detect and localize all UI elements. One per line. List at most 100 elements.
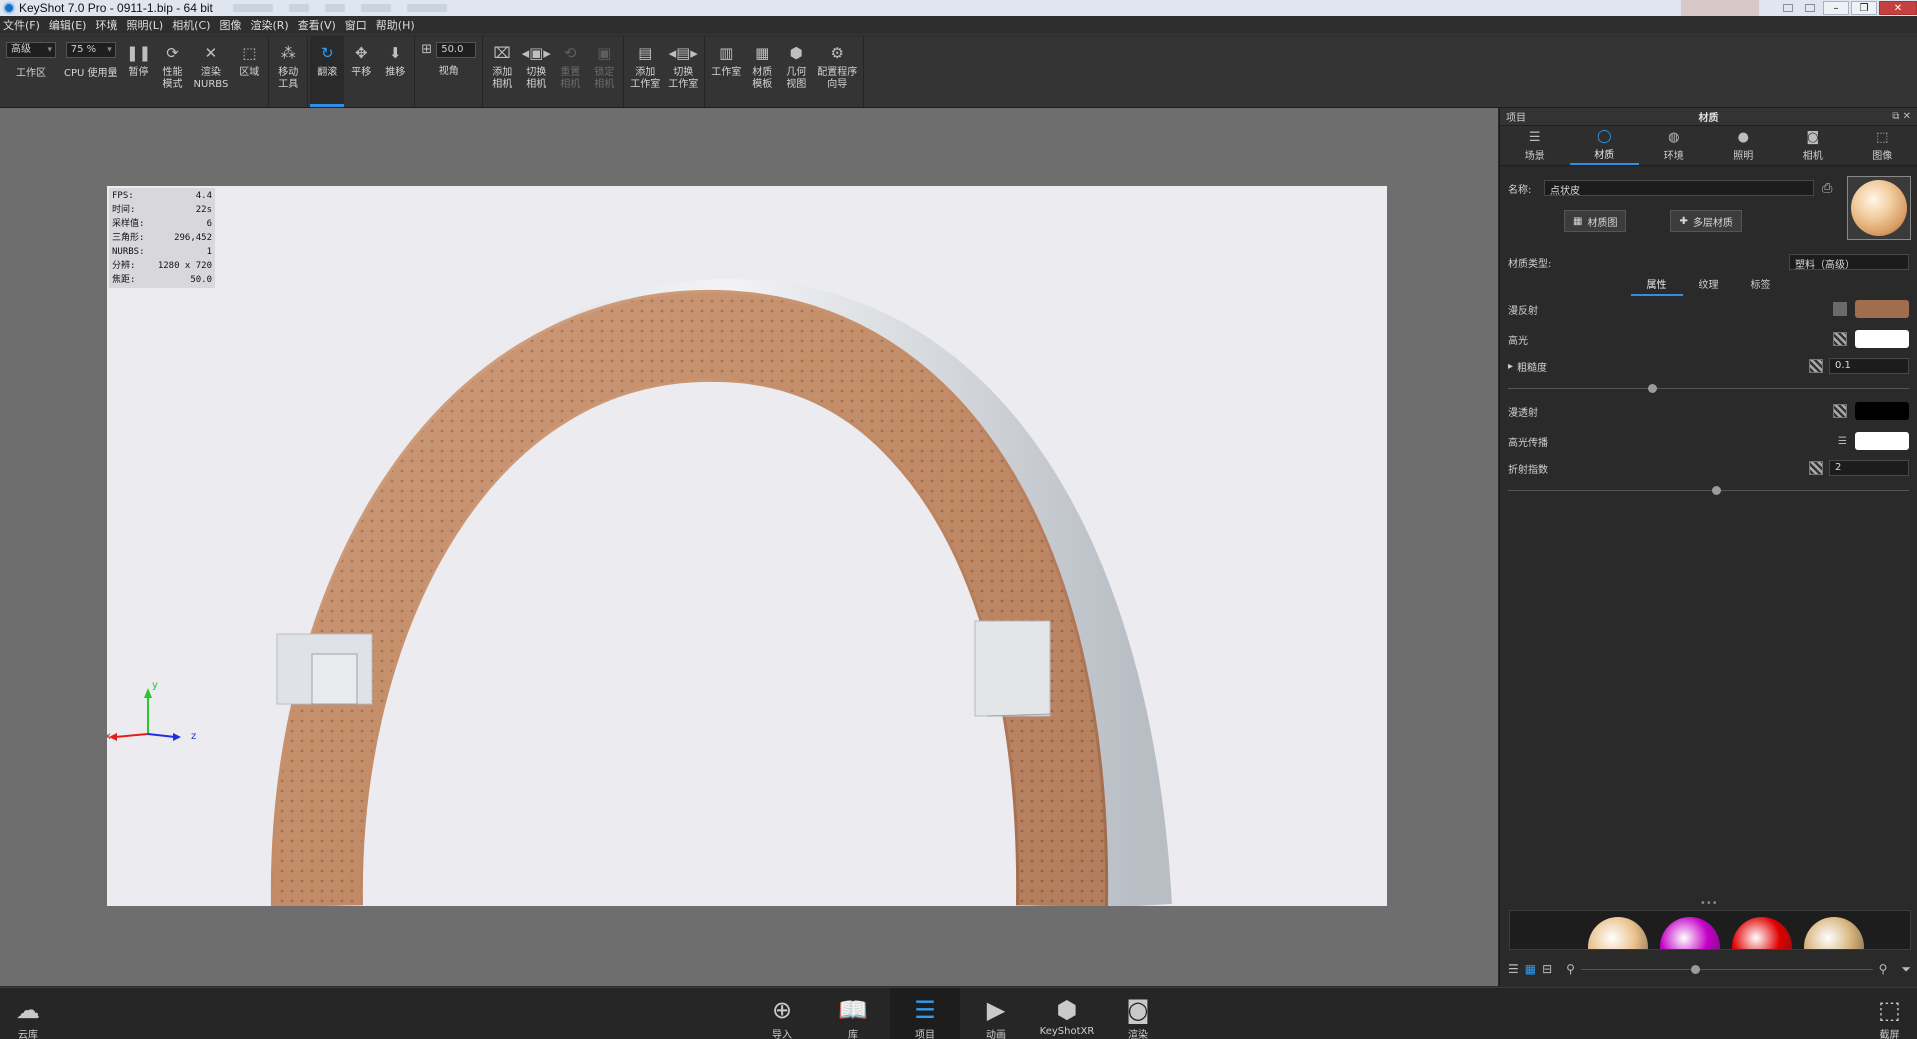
geometry-view-button[interactable]: ⬢ 几何 视图 xyxy=(779,36,813,107)
list-view-icon[interactable]: ☰ xyxy=(1508,962,1519,976)
pin-small-icon xyxy=(1805,4,1815,12)
pan-button[interactable]: ✥ 平移 xyxy=(344,36,378,107)
roughness-input[interactable]: 0.1 xyxy=(1829,358,1909,374)
subtab-properties[interactable]: 属性 xyxy=(1630,276,1683,296)
switch-camera-button[interactable]: ◂▣▸ 切换 相机 xyxy=(519,36,553,107)
zoom-in-icon[interactable]: ⚲ xyxy=(1879,962,1888,976)
specular-texture-toggle[interactable] xyxy=(1833,332,1847,346)
dolly-button[interactable]: ⬇ 推移 xyxy=(378,36,412,107)
render-nurbs-button[interactable]: ✕ 渲染 NURBS xyxy=(190,36,233,107)
roughness-slider[interactable] xyxy=(1508,384,1909,393)
add-camera-button[interactable]: ⌧ 添加 相机 xyxy=(485,36,519,107)
library-material-swatch[interactable] xyxy=(1660,917,1720,949)
tab-scene[interactable]: ☰ 场景 xyxy=(1500,126,1570,165)
cloud-library-button[interactable]: ☁ 云库 xyxy=(0,988,56,1039)
roughness-expand-icon[interactable]: ▸ xyxy=(1508,361,1513,372)
material-template-button[interactable]: ▦ 材质 模板 xyxy=(745,36,779,107)
specular-transmission-adjust-icon[interactable]: ☰ xyxy=(1838,436,1847,447)
minimize-button[interactable]: – xyxy=(1823,1,1849,15)
cpu-usage-tool[interactable]: 75 % CPU 使用量 xyxy=(60,36,122,107)
switch-camera-icon: ◂▣▸ xyxy=(521,44,551,62)
library-material-swatch[interactable] xyxy=(1588,917,1648,949)
studio-button[interactable]: ▥ 工作室 xyxy=(707,36,745,107)
ior-slider-knob[interactable] xyxy=(1712,486,1721,495)
move-tool-button[interactable]: ⁂ 移动 工具 xyxy=(271,36,305,107)
diffuse-transmission-color-swatch[interactable] xyxy=(1855,402,1909,420)
tab-material[interactable]: ◯ 材质 xyxy=(1569,126,1639,165)
diffuse-color-swatch[interactable] xyxy=(1855,300,1909,318)
diffuse-texture-toggle[interactable] xyxy=(1833,302,1847,316)
diffuse-row: 漫反射 xyxy=(1508,300,1909,318)
save-material-icon[interactable]: ⎙ xyxy=(1822,181,1832,196)
library-zoom-knob[interactable] xyxy=(1690,964,1700,974)
subtab-labels[interactable]: 标签 xyxy=(1735,276,1787,296)
animation-button[interactable]: ▶ 动画 xyxy=(961,988,1031,1039)
menu-edit[interactable]: 编辑(E) xyxy=(49,17,87,33)
tab-camera[interactable]: ◙ 相机 xyxy=(1778,126,1848,165)
multi-material-button[interactable]: ✚ 多层材质 xyxy=(1670,210,1742,232)
menu-window[interactable]: 窗口 xyxy=(345,17,367,33)
tree-view-icon[interactable]: ⊟ xyxy=(1542,962,1552,976)
subtab-textures[interactable]: 纹理 xyxy=(1683,276,1735,296)
fov-input[interactable]: 50.0 xyxy=(436,42,477,58)
panel-controls[interactable]: ⧉ ✕ xyxy=(1892,111,1911,122)
workspace-tool[interactable]: 高级 工作区 xyxy=(2,36,60,107)
ior-input[interactable]: 2 xyxy=(1829,460,1909,476)
pause-icon: ❚❚ xyxy=(125,44,152,62)
tab-image[interactable]: ⬚ 图像 xyxy=(1848,126,1917,165)
cpu-usage-select[interactable]: 75 % xyxy=(65,42,116,58)
title-bar-blurred-tabs xyxy=(232,4,447,12)
tumble-button[interactable]: ↻ 翻滚 xyxy=(310,36,345,107)
quality-select[interactable]: 高级 xyxy=(6,42,56,58)
menu-image[interactable]: 图像 xyxy=(219,17,241,33)
menu-camera[interactable]: 相机(C) xyxy=(172,17,210,33)
ior-slider[interactable] xyxy=(1508,486,1909,495)
menu-file[interactable]: 文件(F) xyxy=(3,17,40,33)
specular-color-swatch[interactable] xyxy=(1855,330,1909,348)
keyshotxr-button[interactable]: ⬢ KeyShotXR xyxy=(1032,988,1102,1039)
specular-transmission-color-swatch[interactable] xyxy=(1855,432,1909,450)
tab-environment[interactable]: ◍ 环境 xyxy=(1639,126,1709,165)
material-type-select[interactable]: 塑料（高级） xyxy=(1789,254,1909,271)
lock-camera-button[interactable]: ▣ 锁定 相机 xyxy=(587,36,621,107)
roughness-texture-toggle[interactable] xyxy=(1809,359,1823,373)
menu-help[interactable]: 帮助(H) xyxy=(376,17,415,33)
library-material-swatch[interactable] xyxy=(1732,917,1792,949)
reset-camera-button[interactable]: ⟲ 重置 相机 xyxy=(553,36,587,107)
project-button[interactable]: ☰ 项目 xyxy=(890,988,960,1039)
workspace-label: 工作区 xyxy=(16,68,46,79)
menu-lighting[interactable]: 照明(L) xyxy=(126,17,163,33)
animation-icon: ▶ xyxy=(986,996,1006,1024)
roughness-slider-knob[interactable] xyxy=(1648,384,1657,393)
region-button[interactable]: ⬚ 区域 xyxy=(232,36,266,107)
menu-environment[interactable]: 环境 xyxy=(95,17,117,33)
material-graph-button[interactable]: ▦ 材质图 xyxy=(1564,210,1627,232)
menu-view[interactable]: 查看(V) xyxy=(298,17,336,33)
screenshot-button[interactable]: ⬚ 截屏 xyxy=(1862,988,1917,1039)
import-icon: ⊕ xyxy=(771,996,793,1024)
config-wizard-button[interactable]: ⚙ 配置程序 向导 xyxy=(813,36,861,107)
import-button[interactable]: ⊕ 导入 xyxy=(747,988,817,1039)
grid-view-icon[interactable]: ▦ xyxy=(1525,962,1536,976)
switch-studio-button[interactable]: ◂▤▸ 切换 工作室 xyxy=(664,36,702,107)
fov-tool[interactable]: ⊞ 50.0 视角 xyxy=(417,36,480,107)
render-button[interactable]: ◙ 渲染 xyxy=(1103,988,1173,1039)
ior-texture-toggle[interactable] xyxy=(1809,461,1823,475)
material-name-input[interactable]: 点状皮 xyxy=(1544,180,1814,197)
add-studio-button[interactable]: ▤ 添加 工作室 xyxy=(626,36,664,107)
library-button[interactable]: 📖 库 xyxy=(818,988,888,1039)
material-panel: 项目 材质 ⧉ ✕ ☰ 场景 ◯ 材质 ◍ 环境 ● 照明 ◙ 相机 ⬚ 图像 名称: 点状… xyxy=(1499,108,1917,986)
diffuse-transmission-texture-toggle[interactable] xyxy=(1833,404,1847,418)
tab-lighting[interactable]: ● 照明 xyxy=(1709,126,1779,165)
render-view[interactable]: FPS: 4.4 时间: 22s 采样值: 6 三角形: 296,452 NURBS: 1… xyxy=(107,186,1387,906)
menu-render[interactable]: 渲染(R) xyxy=(250,17,288,33)
zoom-out-icon[interactable]: ⚲ xyxy=(1566,962,1575,976)
library-resize-handle[interactable]: ••• xyxy=(1700,898,1718,909)
library-material-swatch[interactable] xyxy=(1804,917,1864,949)
pause-button[interactable]: ❚❚ 暂停 xyxy=(122,36,156,107)
close-button[interactable]: ✕ xyxy=(1879,1,1917,15)
library-zoom-slider[interactable] xyxy=(1580,964,1873,974)
performance-mode-button[interactable]: ⟳ 性能 模式 xyxy=(156,36,190,107)
filter-icon[interactable]: ⏷ xyxy=(1901,962,1911,977)
maximize-button[interactable]: ❐ xyxy=(1851,1,1877,15)
